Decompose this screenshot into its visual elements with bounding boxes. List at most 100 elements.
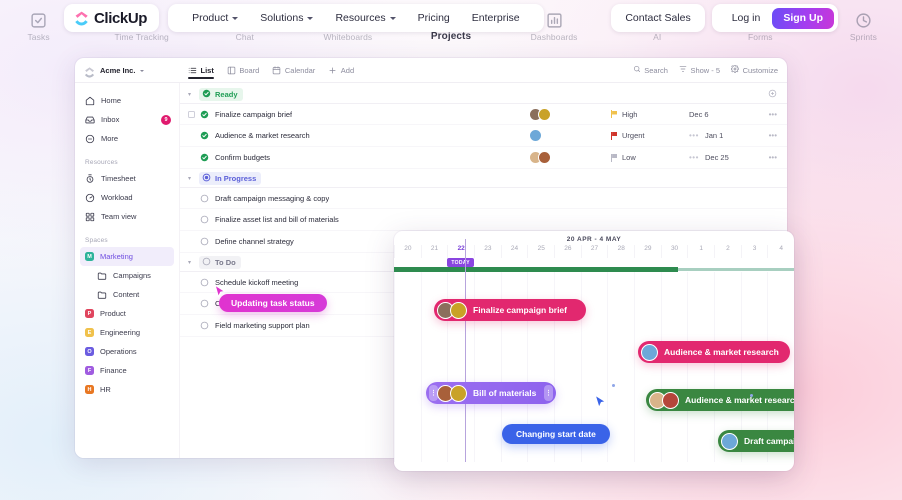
table-row[interactable]: Audience & market research Urgent ••• Ja…	[180, 125, 787, 147]
task-status-icon[interactable]	[200, 299, 209, 308]
nav-item-solutions[interactable]: Solutions	[249, 12, 324, 24]
changing-start-date-tooltip: Changing start date	[502, 424, 610, 444]
gantt-bar[interactable]: Finalize campaign brief	[434, 299, 586, 321]
task-status-icon[interactable]	[200, 321, 209, 330]
row-menu-icon[interactable]: •••	[759, 153, 777, 162]
nav-item-enterprise[interactable]: Enterprise	[461, 12, 531, 24]
nav-item-product[interactable]: Product	[181, 12, 249, 24]
avatar	[450, 384, 467, 402]
gantt-day: 4	[767, 245, 794, 258]
row-checkbox[interactable]	[188, 132, 195, 139]
row-checkbox[interactable]	[188, 154, 195, 161]
gantt-day: 25	[527, 245, 554, 258]
tab-list[interactable]: List	[188, 62, 214, 79]
gantt-bar[interactable]: Audience & market research	[646, 389, 794, 411]
row-checkbox[interactable]	[188, 300, 195, 307]
priority-cell[interactable]: High	[611, 110, 689, 119]
tab-label: Calendar	[284, 65, 316, 75]
priority-cell[interactable]: Urgent	[611, 131, 689, 140]
row-menu-icon[interactable]: •••	[759, 110, 777, 119]
row-menu-icon[interactable]: •••	[759, 131, 777, 140]
overflow-dots-icon[interactable]: •••	[689, 153, 699, 162]
sidebar-item-workload[interactable]: Workload	[75, 188, 179, 207]
space-avatar: H	[85, 385, 94, 394]
task-status-icon[interactable]	[200, 278, 209, 287]
contact-sales-button[interactable]: Contact Sales	[611, 4, 705, 32]
toolbar-customize-button[interactable]: Customize	[730, 64, 778, 75]
chevron-down-icon[interactable]	[140, 69, 145, 72]
sidebar-item-hr[interactable]: H HR	[75, 380, 179, 399]
sidebar-item-engineering[interactable]: E Engineering	[75, 323, 179, 342]
tab-board[interactable]: Board	[227, 62, 259, 79]
signup-button[interactable]: Sign Up	[772, 7, 834, 29]
resize-handle-right[interactable]: ⋮	[544, 385, 553, 401]
table-row[interactable]: Draft campaign messaging & copy	[180, 187, 787, 209]
assignees[interactable]	[529, 151, 611, 164]
nav-item-resources[interactable]: Resources	[324, 12, 406, 24]
task-status-icon[interactable]	[200, 110, 209, 119]
row-checkbox[interactable]	[188, 279, 195, 286]
task-name: Schedule kickoff meeting	[215, 277, 299, 287]
add-task-icon[interactable]	[768, 85, 777, 103]
task-status-icon[interactable]	[200, 131, 209, 140]
gantt-gridline	[420, 272, 422, 462]
table-row[interactable]: Finalize asset list and bill of material…	[180, 209, 787, 231]
row-checkbox[interactable]	[188, 238, 195, 245]
brand-logo[interactable]: ClickUp	[64, 4, 160, 32]
login-link[interactable]: Log in	[724, 12, 769, 24]
avatar	[641, 343, 658, 361]
gantt-day: 1	[687, 245, 714, 258]
nav-item-label: Resources	[335, 12, 386, 24]
workspace-selector[interactable]: Acme Inc.	[84, 65, 188, 78]
row-checkbox[interactable]	[188, 195, 195, 202]
nav-item-pricing[interactable]: Pricing	[407, 12, 461, 24]
overflow-dots-icon[interactable]: •••	[689, 131, 699, 140]
due-date-cell[interactable]: ••• Jan 1	[689, 131, 759, 140]
tab-add[interactable]: Add	[328, 62, 354, 79]
inbox-icon	[85, 115, 95, 125]
priority-cell[interactable]: Low	[611, 153, 689, 162]
sidebar-item-campaigns[interactable]: Campaigns	[75, 266, 179, 285]
nav-item-label: Solutions	[260, 12, 304, 24]
task-status-icon[interactable]	[200, 237, 209, 246]
sidebar-item-inbox[interactable]: Inbox 9	[75, 110, 179, 129]
due-date-cell[interactable]: Dec 6	[689, 110, 759, 119]
toolbar-show-5-button[interactable]: Show - 5	[679, 65, 720, 75]
assignees[interactable]	[529, 129, 611, 142]
sidebar-item-product[interactable]: P Product	[75, 304, 179, 323]
table-row[interactable]: Confirm budgets Low ••• Dec 25 •••	[180, 147, 787, 169]
task-group-header[interactable]: ▾ In Progress	[180, 169, 787, 187]
collapse-chevron-icon[interactable]: ▾	[188, 175, 194, 182]
today-marker-line	[465, 239, 467, 462]
home-icon	[85, 96, 95, 106]
priority-label: Low	[622, 153, 636, 162]
task-status-icon[interactable]	[200, 215, 209, 224]
tab-calendar[interactable]: Calendar	[272, 62, 315, 79]
gantt-bar[interactable]: Audience & market research	[638, 341, 790, 363]
sidebar-item-more[interactable]: More	[75, 129, 179, 148]
task-group-header[interactable]: ▾ Ready	[180, 85, 787, 103]
row-checkbox[interactable]	[188, 322, 195, 329]
sidebar-item-finance[interactable]: F Finance	[75, 361, 179, 380]
toolbar-search-button[interactable]: Search	[633, 65, 668, 75]
row-checkbox[interactable]	[188, 216, 195, 223]
sidebar-item-team-view[interactable]: Team view	[75, 207, 179, 226]
gantt-bar[interactable]: ⋮ Bill of materials ⋮	[426, 382, 556, 404]
collapse-chevron-icon[interactable]: ▾	[188, 91, 194, 98]
sidebar-item-operations[interactable]: O Operations	[75, 342, 179, 361]
gantt-chart-panel: 20 APR - 4 MAY 20 21 22 23 24 25 26 27 28 29 30 1 2 3…	[394, 231, 794, 471]
task-status-icon[interactable]	[200, 194, 209, 203]
task-status-icon[interactable]	[200, 153, 209, 162]
assignees[interactable]	[529, 107, 611, 121]
sidebar-item-marketing[interactable]: M Marketing	[80, 247, 174, 266]
sidebar-item-content[interactable]: Content	[75, 285, 179, 304]
table-row[interactable]: Finalize campaign brief High Dec 6 •••	[180, 103, 787, 125]
group-name: To Do	[215, 257, 236, 267]
due-date-cell[interactable]: ••• Dec 25	[689, 153, 759, 162]
sidebar-item-home[interactable]: Home	[75, 91, 179, 110]
resize-handle-left[interactable]: ⋮	[429, 385, 438, 401]
gantt-bar[interactable]: Draft campaign messaging	[718, 430, 794, 452]
collapse-chevron-icon[interactable]: ▾	[188, 259, 194, 266]
sidebar-item-timesheet[interactable]: Timesheet	[75, 169, 179, 188]
row-checkbox[interactable]	[188, 110, 195, 118]
